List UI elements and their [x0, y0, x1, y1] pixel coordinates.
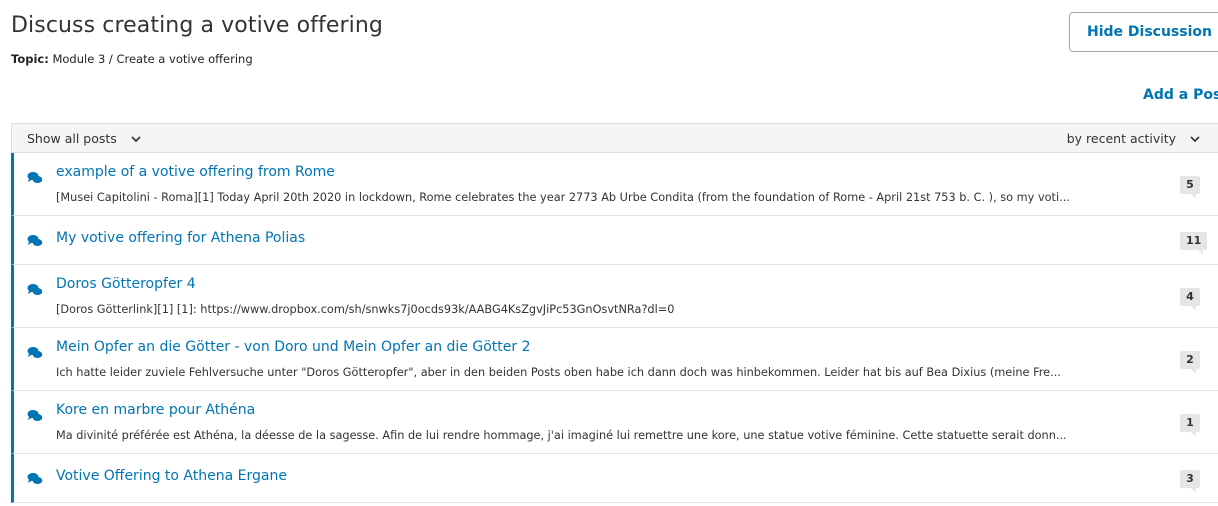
topic-line: Topic: Module 3 / Create a votive offeri…: [11, 52, 253, 66]
post-list: example of a votive offering from Rome […: [11, 153, 1218, 503]
topic-label: Topic:: [11, 52, 49, 66]
sort-select[interactable]: by recent activity: [1067, 131, 1200, 146]
sort-label: by recent activity: [1066, 131, 1177, 146]
post-item[interactable]: My votive offering for Athena Polias 11: [11, 216, 1218, 265]
show-posts-select[interactable]: Show all posts: [27, 131, 141, 146]
comment-count-badge: 11: [1180, 232, 1208, 255]
post-item[interactable]: Mein Opfer an die Götter - von Doro und …: [11, 328, 1218, 391]
comment-count-badge: 2: [1180, 351, 1200, 374]
comment-count-badge: 1: [1180, 414, 1200, 437]
post-title[interactable]: Mein Opfer an die Götter - von Doro und …: [56, 339, 531, 355]
post-item[interactable]: Doros Götteropfer 4 [Doros Götterlink][1…: [11, 265, 1218, 328]
show-posts-label: Show all posts: [27, 131, 117, 146]
comment-count-badge: 5: [1180, 176, 1200, 199]
page-title: Discuss creating a votive offering: [11, 13, 383, 38]
post-title[interactable]: Kore en marbre pour Athéna: [56, 402, 255, 418]
post-preview: [Musei Capitolini - Roma][1] Today April…: [56, 191, 1070, 204]
topic-value: Module 3 / Create a votive offering: [52, 52, 253, 66]
chevron-down-icon: [131, 133, 141, 146]
comments-icon: [27, 345, 43, 359]
comments-icon: [27, 408, 43, 422]
post-preview: Ich hatte leider zuviele Fehlversuche un…: [56, 366, 1061, 379]
post-item[interactable]: Kore en marbre pour Athéna Ma divinité p…: [11, 391, 1218, 454]
post-title[interactable]: My votive offering for Athena Polias: [56, 230, 305, 246]
comments-icon: [27, 471, 43, 485]
post-title[interactable]: example of a votive offering from Rome: [56, 164, 335, 180]
post-preview: [Doros Götterlink][1] [1]: https://www.d…: [56, 303, 675, 316]
post-item[interactable]: example of a votive offering from Rome […: [11, 153, 1218, 216]
chevron-down-icon: [1190, 133, 1200, 146]
post-title[interactable]: Votive Offering to Athena Ergane: [56, 468, 287, 484]
post-title[interactable]: Doros Götteropfer 4: [56, 276, 196, 292]
add-post-link[interactable]: Add a Post: [1143, 87, 1218, 103]
comments-icon: [27, 282, 43, 296]
hide-discussion-button[interactable]: Hide Discussion: [1069, 12, 1218, 52]
comment-count-badge: 3: [1180, 470, 1200, 493]
post-preview: Ma divinité préférée est Athéna, la dées…: [56, 429, 1067, 442]
comments-icon: [27, 170, 43, 184]
post-item[interactable]: Votive Offering to Athena Ergane 3: [11, 454, 1218, 503]
comments-icon: [27, 233, 43, 247]
filter-bar: Show all posts by recent activity: [11, 123, 1218, 153]
comment-count-badge: 4: [1180, 288, 1200, 311]
